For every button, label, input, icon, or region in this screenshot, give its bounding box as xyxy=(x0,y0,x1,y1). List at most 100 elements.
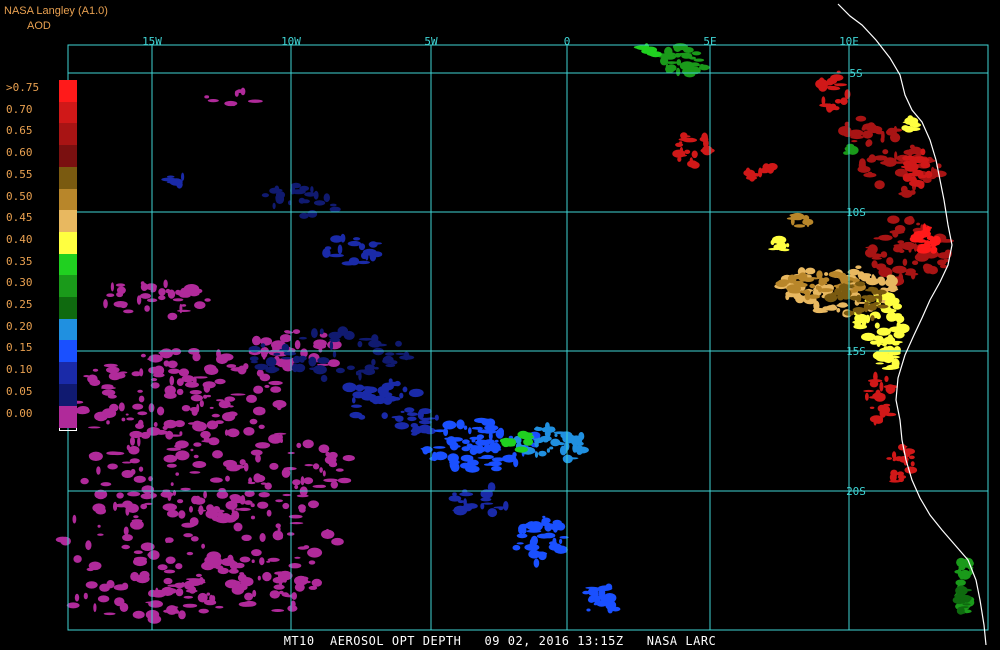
aerosol-patch xyxy=(901,125,910,131)
aerosol-patch xyxy=(269,590,280,599)
aerosol-patch xyxy=(232,102,236,107)
aerosol-patch xyxy=(541,517,551,524)
aerosol-patch xyxy=(299,358,305,363)
aerosol-patch xyxy=(449,459,460,465)
aerosol-patch xyxy=(75,407,90,415)
aerosol-patch xyxy=(320,374,328,383)
aerosol-patch xyxy=(231,464,245,469)
aerosol-patch xyxy=(270,386,282,393)
aerosol-patch xyxy=(885,384,896,394)
aerosol-patch xyxy=(909,179,924,187)
aerosol-patch xyxy=(503,501,509,511)
aerosol-patch xyxy=(865,392,869,401)
aerosol-patch xyxy=(404,407,415,413)
aerosol-patch xyxy=(93,603,97,613)
aerosol-patch xyxy=(916,157,930,163)
aerosol-patch xyxy=(596,600,608,607)
aerosol-patch xyxy=(309,367,320,371)
aerosol-patch xyxy=(851,140,858,143)
aerosol-patch xyxy=(421,419,427,425)
aerosol-patch xyxy=(296,442,302,449)
aerosol-patch xyxy=(824,293,838,303)
aerosol-patch xyxy=(471,426,483,430)
aerosol-patch xyxy=(545,422,550,430)
aerosol-patch xyxy=(133,515,139,519)
aerosol-patch xyxy=(110,282,114,292)
legend-label: 0.40 xyxy=(6,232,33,246)
aerosol-patch xyxy=(827,86,841,91)
legend-entry: 0.15 xyxy=(4,340,77,363)
aerosol-patch xyxy=(181,172,185,181)
aerosol-patch xyxy=(224,100,238,107)
aerosol-patch xyxy=(494,439,499,443)
aerosol-patch xyxy=(675,142,684,147)
aerosol-patch xyxy=(834,288,842,296)
legend-swatch xyxy=(59,231,77,254)
aerosol-patch xyxy=(129,430,143,439)
aerosol-patch xyxy=(855,281,866,287)
aerosol-patch xyxy=(55,536,70,543)
aerosol-patch xyxy=(482,502,494,505)
aerosol-patch xyxy=(768,248,778,251)
aerosol-patch xyxy=(190,536,199,542)
aerosol-patch xyxy=(203,490,208,499)
aerosol-patch xyxy=(138,419,144,427)
aerosol-patch xyxy=(165,537,169,543)
aerosol-patch xyxy=(252,335,261,346)
aerosol-patch xyxy=(795,294,805,304)
aerosol-patch xyxy=(122,534,133,542)
aerosol-patch xyxy=(898,243,905,247)
legend-label: 0.30 xyxy=(6,276,33,290)
aerosol-patch xyxy=(809,283,816,289)
aerosol-patch xyxy=(872,295,883,299)
aerosol-patch xyxy=(884,375,889,382)
aerosol-patch xyxy=(313,339,327,348)
legend-swatch xyxy=(59,145,77,168)
aerosol-patch xyxy=(495,429,504,439)
aerosol-patch xyxy=(175,450,190,461)
aerosol-patch xyxy=(255,442,271,449)
legend-swatch xyxy=(59,383,77,406)
aerosol-patch xyxy=(131,371,142,377)
aerosol-patch xyxy=(249,356,259,362)
aerosol-patch xyxy=(122,461,132,464)
legend-label: 0.55 xyxy=(6,167,33,181)
aerosol-patch xyxy=(269,462,279,470)
aerosol-patch xyxy=(308,585,318,590)
aerosol-patch xyxy=(331,537,344,546)
aerosol-patch xyxy=(896,323,910,334)
aerosol-patch xyxy=(273,584,285,590)
aerosol-patch xyxy=(246,394,257,403)
aerosol-patch xyxy=(399,355,415,360)
aerosol-patch xyxy=(348,257,360,266)
aerosol-patch xyxy=(883,346,888,349)
aerosol-patch xyxy=(461,446,471,452)
aerosol-patch xyxy=(591,587,600,592)
aerosol-patch xyxy=(211,413,220,418)
aerosol-patch xyxy=(215,565,224,570)
aerosol-patch xyxy=(281,592,289,597)
aerosol-patch xyxy=(684,149,691,154)
aerosol-patch xyxy=(862,130,873,139)
legend-entry: 0.10 xyxy=(4,362,77,385)
aerosol-patch xyxy=(700,147,715,154)
aerosol-patch xyxy=(158,288,166,296)
aerosol-patch xyxy=(197,592,208,603)
aerosol-patch xyxy=(139,293,152,299)
aerosol-patch xyxy=(167,584,181,587)
aerosol-patch xyxy=(369,397,384,403)
aerosol-patch xyxy=(182,603,198,608)
color-scale-legend: >0.75 0.70 0.65 0.60 0.55 0.50 0.45 0.40 0.35 0.3… xyxy=(4,80,77,432)
aerosol-patch xyxy=(216,354,229,365)
aerosol-patch xyxy=(362,248,377,256)
aerosol-patch xyxy=(157,564,168,571)
aerosol-patch xyxy=(908,455,915,460)
legend-swatch xyxy=(59,405,77,428)
aerosol-patch xyxy=(123,309,134,314)
aerosol-patch xyxy=(119,302,128,309)
aerosol-patch xyxy=(666,54,671,59)
legend-swatch xyxy=(59,318,77,341)
aerosol-patch xyxy=(250,515,256,520)
aerosol-patch xyxy=(488,461,502,467)
aerosol-patch xyxy=(318,444,330,454)
